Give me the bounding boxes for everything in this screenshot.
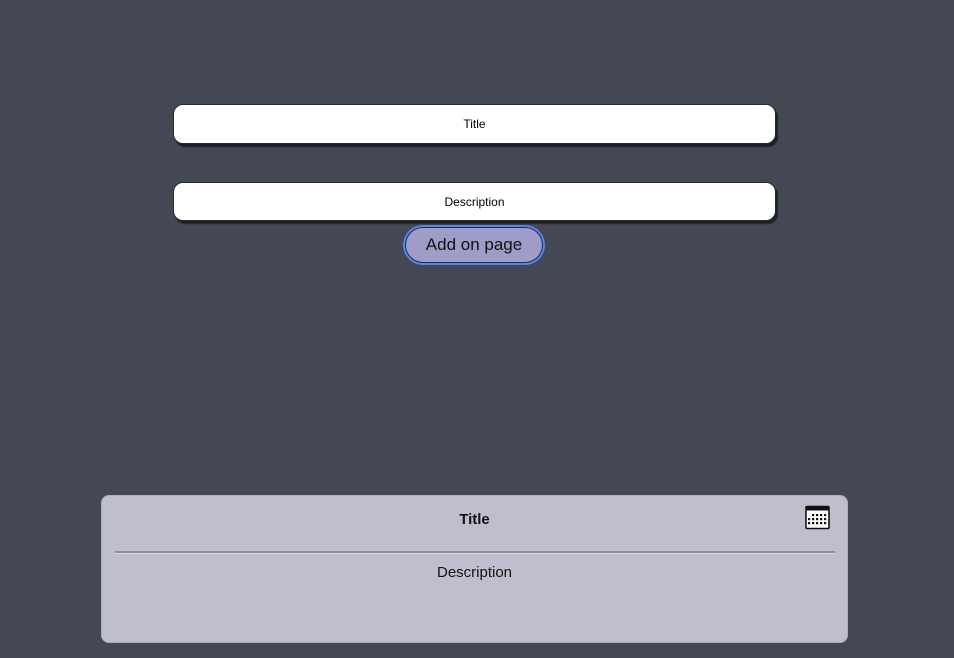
title-input[interactable] [173, 104, 776, 144]
card-divider [115, 551, 835, 554]
card-title: Title [459, 511, 490, 528]
card-description: Description [436, 564, 513, 581]
add-on-page-button[interactable]: Add on page [405, 227, 543, 263]
note-card: Title Description [101, 495, 848, 643]
description-input[interactable] [173, 182, 776, 221]
calendar-icon[interactable] [805, 505, 830, 530]
